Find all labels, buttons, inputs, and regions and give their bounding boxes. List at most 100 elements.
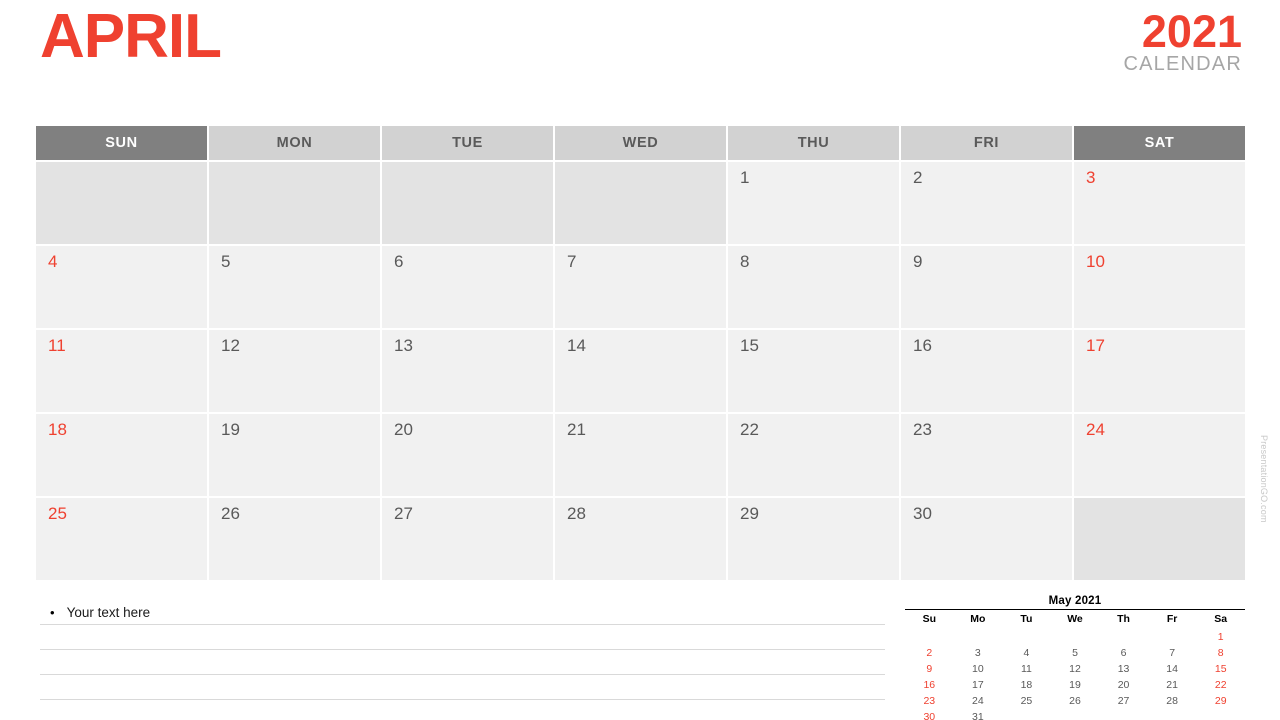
mini-day-cell[interactable]: 9 [905,661,954,676]
mini-day-cell[interactable]: 29 [1196,693,1245,708]
calendar-page: APRIL 2021 CALENDAR SUN MON TUE WED THU FRI SA… [0,0,1280,720]
mini-weekday-header-fr: Fr [1166,613,1178,625]
mini-day-cell[interactable]: 31 [954,709,1003,720]
mini-day-cell[interactable]: 10 [954,661,1003,676]
mini-day-cell-empty [1051,629,1100,644]
day-cell[interactable]: 12 [209,330,380,412]
mini-day-cell[interactable]: 3 [954,645,1003,660]
day-cell[interactable]: 21 [555,414,726,496]
day-cell[interactable]: 7 [555,246,726,328]
mini-weekday-header-su: Su [922,613,936,625]
mini-day-cell-empty [954,629,1003,644]
mini-day-cell-empty [1099,709,1148,720]
weekday-header-tue: TUE [382,126,553,160]
notes-area[interactable]: • Your text here [40,600,885,720]
note-text[interactable]: Your text here [67,605,151,620]
mini-day-cell[interactable]: 4 [1002,645,1051,660]
day-cell[interactable]: 11 [36,330,207,412]
day-cell[interactable]: 22 [728,414,899,496]
mini-day-cell[interactable]: 2 [905,645,954,660]
day-cell[interactable]: 26 [209,498,380,580]
note-line[interactable]: • Your text here [40,600,885,625]
day-cell[interactable]: 15 [728,330,899,412]
day-cell[interactable]: 29 [728,498,899,580]
watermark-text: PresentationGO.com [1259,435,1269,523]
mini-weekday-header-tu: Tu [1020,613,1033,625]
mini-day-cell-empty [1051,709,1100,720]
day-cell[interactable]: 30 [901,498,1072,580]
mini-day-cell[interactable]: 12 [1051,661,1100,676]
mini-weekday-header-we: We [1067,613,1083,625]
weekday-header-sat: SAT [1074,126,1245,160]
day-cell-empty [555,162,726,244]
mini-day-cell[interactable]: 24 [954,693,1003,708]
mini-day-cell[interactable]: 13 [1099,661,1148,676]
weekday-header-fri: FRI [901,126,1072,160]
mini-day-cell[interactable]: 7 [1148,645,1197,660]
mini-day-cell-empty [1196,709,1245,720]
mini-day-cell[interactable]: 28 [1148,693,1197,708]
day-cell[interactable]: 9 [901,246,1072,328]
weekday-header-mon: MON [209,126,380,160]
day-cell[interactable]: 4 [36,246,207,328]
mini-calendar-may: May 2021 Su Mo Tu We Th Fr Sa 1 2 3 4 5 6 7 8 9 10 11 12 13… [905,595,1245,720]
day-cell[interactable]: 6 [382,246,553,328]
day-cell-empty [382,162,553,244]
note-line[interactable] [40,625,885,650]
day-cell[interactable]: 1 [728,162,899,244]
day-cell[interactable]: 8 [728,246,899,328]
day-cell[interactable]: 20 [382,414,553,496]
mini-day-cell[interactable]: 23 [905,693,954,708]
day-cell[interactable]: 17 [1074,330,1245,412]
day-cell[interactable]: 28 [555,498,726,580]
weekday-header-thu: THU [728,126,899,160]
day-cell[interactable]: 27 [382,498,553,580]
bullet-icon: • [50,604,55,620]
mini-day-cell[interactable]: 18 [1002,677,1051,692]
mini-day-cell[interactable]: 20 [1099,677,1148,692]
mini-day-cell[interactable]: 22 [1196,677,1245,692]
mini-day-cell-empty [905,629,954,644]
mini-day-cell[interactable]: 21 [1148,677,1197,692]
mini-day-cell[interactable]: 11 [1002,661,1051,676]
mini-day-cell[interactable]: 19 [1051,677,1100,692]
day-cell[interactable]: 3 [1074,162,1245,244]
weekday-header-row: SUN MON TUE WED THU FRI SAT [36,126,1245,160]
day-cell[interactable]: 19 [209,414,380,496]
mini-day-cell[interactable]: 26 [1051,693,1100,708]
mini-calendar-title: May 2021 [905,595,1245,610]
mini-day-cell[interactable]: 5 [1051,645,1100,660]
day-cell[interactable]: 24 [1074,414,1245,496]
year-block: 2021 CALENDAR [1123,8,1242,76]
day-cell[interactable]: 2 [901,162,1072,244]
month-day-cells: 1 2 3 4 5 6 7 8 9 10 11 12 13 14 15 16 17 18 19 20 21 22 23 24 2… [36,162,1245,580]
mini-day-cell[interactable]: 15 [1196,661,1245,676]
day-cell[interactable]: 13 [382,330,553,412]
day-cell[interactable]: 16 [901,330,1072,412]
day-cell[interactable]: 18 [36,414,207,496]
mini-day-cell[interactable]: 14 [1148,661,1197,676]
note-line[interactable] [40,650,885,675]
day-cell[interactable]: 14 [555,330,726,412]
mini-day-cell[interactable]: 25 [1002,693,1051,708]
mini-day-cell[interactable]: 16 [905,677,954,692]
mini-day-cell-empty [1148,709,1197,720]
mini-day-cell[interactable]: 6 [1099,645,1148,660]
mini-day-cell[interactable]: 30 [905,709,954,720]
note-line[interactable] [40,675,885,700]
mini-day-cell[interactable]: 27 [1099,693,1148,708]
day-cell[interactable]: 25 [36,498,207,580]
mini-day-cell-empty [1002,709,1051,720]
weekday-header-wed: WED [555,126,726,160]
page-title-month: APRIL [40,2,222,71]
day-cell[interactable]: 10 [1074,246,1245,328]
mini-day-cell[interactable]: 17 [954,677,1003,692]
mini-day-cell[interactable]: 1 [1196,629,1245,644]
note-line[interactable] [40,700,885,720]
day-cell[interactable]: 23 [901,414,1072,496]
day-cell[interactable]: 5 [209,246,380,328]
weekday-header-sun: SUN [36,126,207,160]
mini-day-cell[interactable]: 8 [1196,645,1245,660]
day-cell-empty [36,162,207,244]
mini-day-cell-empty [1148,629,1197,644]
